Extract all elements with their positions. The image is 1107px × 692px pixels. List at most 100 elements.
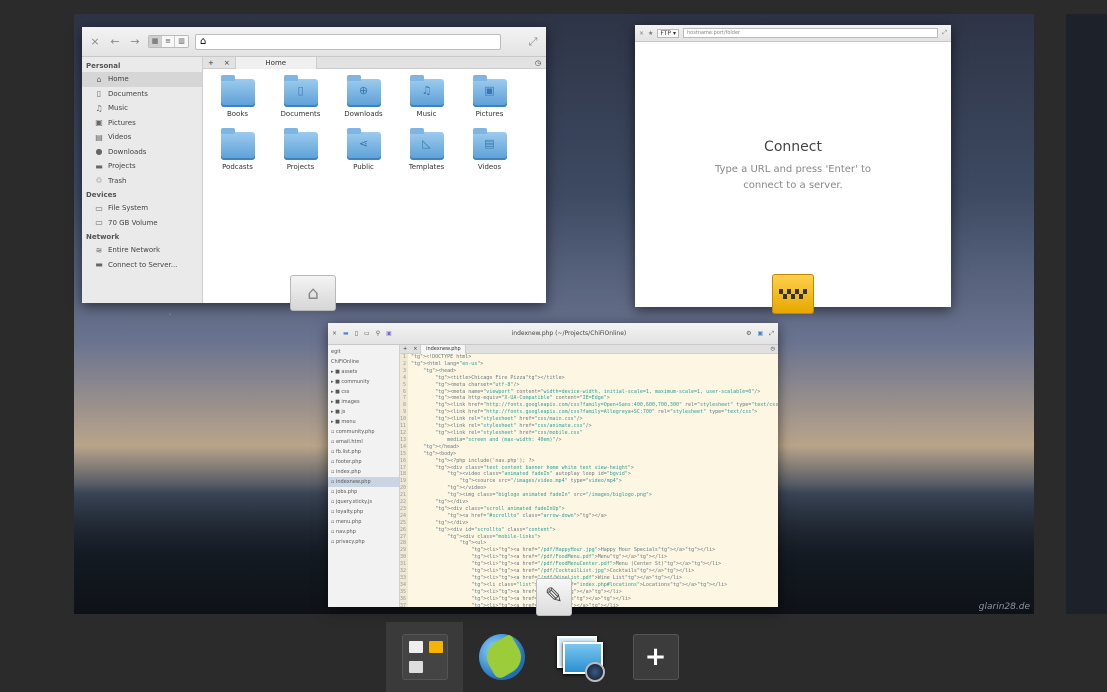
- close-icon[interactable]: ×: [88, 35, 102, 48]
- web-browser-icon[interactable]: [463, 622, 540, 692]
- code-line: "tg"><!DOCTYPE html>: [411, 354, 472, 360]
- tree-item[interactable]: ▫ community.php: [328, 427, 399, 437]
- close-tab-icon[interactable]: ×: [219, 59, 235, 67]
- line-number: 13: [400, 436, 407, 443]
- line-number: 36: [400, 595, 407, 602]
- tree-item[interactable]: ▸ ■ assets: [328, 367, 399, 377]
- connect-window[interactable]: × ★ FTP ▾ hostname:port/folder ⤢ Connect…: [635, 25, 951, 307]
- folder-music[interactable]: ♫ Music: [395, 75, 458, 118]
- tree-item[interactable]: ▸ ■ menu: [328, 417, 399, 427]
- history-icon[interactable]: ◷: [530, 59, 546, 67]
- pictures-icon: ▣: [95, 118, 103, 128]
- close-icon[interactable]: ×: [332, 330, 337, 337]
- tree-item[interactable]: ▸ ■ css: [328, 387, 399, 397]
- line-number: 18: [400, 471, 407, 478]
- save-icon[interactable]: ▭: [364, 330, 370, 337]
- line-number: 19: [400, 478, 407, 485]
- tree-item[interactable]: ▫ menu.php: [328, 517, 399, 527]
- code-lines[interactable]: "tg"><!DOCTYPE html> "tg"><html lang="en-…: [408, 354, 778, 607]
- sidebar-item-trash[interactable]: ♲ Trash: [82, 174, 202, 189]
- tab-home[interactable]: Home: [234, 56, 317, 69]
- folder-templates[interactable]: ◺ Templates: [395, 128, 458, 171]
- address-input[interactable]: hostname:port/folder: [682, 28, 939, 38]
- code-line: "tg"><a href="#scrollto" class="arrow-do…: [447, 512, 607, 519]
- tree-item[interactable]: ▫ index.php: [328, 467, 399, 477]
- column-view-icon[interactable]: ▥: [175, 36, 188, 47]
- tree-item[interactable]: ▫ fb.list.php: [328, 447, 399, 457]
- grid-view-icon[interactable]: ▦: [149, 36, 162, 47]
- folder-videos[interactable]: ▤ Videos: [458, 128, 521, 171]
- connect-subtitle: Type a URL and press 'Enter' to connect …: [714, 164, 871, 191]
- bookmark-icon[interactable]: ★: [648, 30, 653, 37]
- line-number: 7: [403, 395, 407, 402]
- sidebar-item-70-gb-volume[interactable]: ▭ 70 GB Volume: [82, 216, 202, 231]
- folder-podcasts[interactable]: Podcasts: [206, 128, 269, 171]
- tree-item[interactable]: ▸ ■ community: [328, 377, 399, 387]
- sidebar-item-videos[interactable]: ▤ Videos: [82, 130, 202, 145]
- folder-documents[interactable]: ▯ Documents: [269, 75, 332, 118]
- open-folder-icon[interactable]: ▬: [343, 330, 349, 337]
- photos-icon[interactable]: [540, 622, 617, 692]
- tab-indexnew[interactable]: indexnew.php: [420, 344, 467, 354]
- image-icon[interactable]: ▣: [386, 330, 392, 337]
- new-tab-icon[interactable]: +: [400, 346, 410, 352]
- back-icon[interactable]: ←: [108, 35, 122, 48]
- add-workspace-button[interactable]: +: [617, 622, 694, 692]
- maximize-icon[interactable]: ⤢: [769, 330, 774, 338]
- files-app-icon[interactable]: ⌂: [290, 275, 336, 311]
- maximize-icon[interactable]: ⤢: [526, 35, 540, 49]
- workspace-thumbnail[interactable]: [386, 622, 463, 692]
- view-mode-switcher[interactable]: ▦ ≡ ▥: [148, 35, 189, 48]
- sidebar-item-entire-network[interactable]: ≋ Entire Network: [82, 243, 202, 258]
- tree-item[interactable]: ▫ jobs.php: [328, 487, 399, 497]
- editor-window[interactable]: × ▬ ▯ ▭ ⚲ ▣ indexnew.php (~/Projects/Chi…: [328, 323, 778, 607]
- tree-item[interactable]: ▫ privacy.php: [328, 537, 399, 547]
- folder-projects[interactable]: Projects: [269, 128, 332, 171]
- sidebar-header: Personal: [86, 62, 121, 70]
- tree-item[interactable]: ▫ email.html: [328, 437, 399, 447]
- tree-item[interactable]: ChiFiOnline: [328, 357, 399, 367]
- sidebar-item-connect-to-server[interactable]: ▬ Connect to Server...: [82, 258, 202, 273]
- tree-item[interactable]: egit: [328, 347, 399, 357]
- code-line: "tg"></div>: [435, 519, 469, 526]
- tree-item[interactable]: ▫ indexnew.php: [328, 477, 399, 487]
- new-file-icon[interactable]: ▯: [355, 330, 358, 337]
- forward-icon[interactable]: →: [128, 35, 142, 48]
- files-window[interactable]: × ← → ▦ ≡ ▥ ⌂ ⤢ Personal ⌂ Home ▯ Documents ♫…: [82, 27, 546, 303]
- protocol-select[interactable]: FTP ▾: [657, 28, 679, 38]
- sidebar-item-file-system[interactable]: ▭ File System: [82, 201, 202, 216]
- close-icon[interactable]: ×: [639, 30, 644, 37]
- list-view-icon[interactable]: ≡: [162, 36, 175, 47]
- sidebar-item-pictures[interactable]: ▣ Pictures: [82, 116, 202, 131]
- tree-item[interactable]: ▫ loyalty.php: [328, 507, 399, 517]
- search-icon[interactable]: ⚲: [376, 330, 380, 337]
- tree-item[interactable]: ▫ jquery.sticky.js: [328, 497, 399, 507]
- sidebar-item-downloads[interactable]: ● Downloads: [82, 145, 202, 160]
- folder-public[interactable]: ⋖ Public: [332, 128, 395, 171]
- tree-item[interactable]: ▸ ■ js: [328, 407, 399, 417]
- settings-icon[interactable]: ⚙: [746, 330, 751, 337]
- tree-item[interactable]: ▸ ■ images: [328, 397, 399, 407]
- folder-books[interactable]: Books: [206, 75, 269, 118]
- sidebar-item-documents[interactable]: ▯ Documents: [82, 87, 202, 102]
- sidebar-item-projects[interactable]: ▬ Projects: [82, 159, 202, 174]
- folder-downloads[interactable]: ⊕ Downloads: [332, 75, 395, 118]
- maximize-icon[interactable]: ⤢: [942, 29, 947, 37]
- projects-icon: ▬: [95, 161, 103, 171]
- history-icon[interactable]: ◷: [768, 346, 778, 352]
- taxi-app-icon[interactable]: [772, 274, 814, 314]
- folder-pictures[interactable]: ▣ Pictures: [458, 75, 521, 118]
- sidebar-item-music[interactable]: ♫ Music: [82, 101, 202, 116]
- workspace-preview-next[interactable]: [1066, 14, 1107, 614]
- sidebar-item-home[interactable]: ⌂ Home: [82, 72, 202, 87]
- tree-item[interactable]: ▫ footer.php: [328, 457, 399, 467]
- tree-item[interactable]: ▫ nav.php: [328, 527, 399, 537]
- scratch-editor-app-icon[interactable]: ✎: [536, 578, 572, 616]
- close-tab-icon[interactable]: ×: [410, 346, 420, 352]
- new-tab-icon[interactable]: +: [203, 59, 219, 67]
- code-line: "tg"></div>: [435, 499, 469, 506]
- code-line: "tg"><li>"tg"><a href="/.">Pay"tg"></a>"…: [471, 602, 619, 607]
- code-view[interactable]: 1 2 3 4 5 6 7 8 9 10 11 12 13 14 15 16 17 18 19 20 21 22 23 24 2…: [400, 354, 778, 607]
- location-bar[interactable]: ⌂: [195, 33, 501, 50]
- share-icon[interactable]: ▣: [758, 330, 764, 337]
